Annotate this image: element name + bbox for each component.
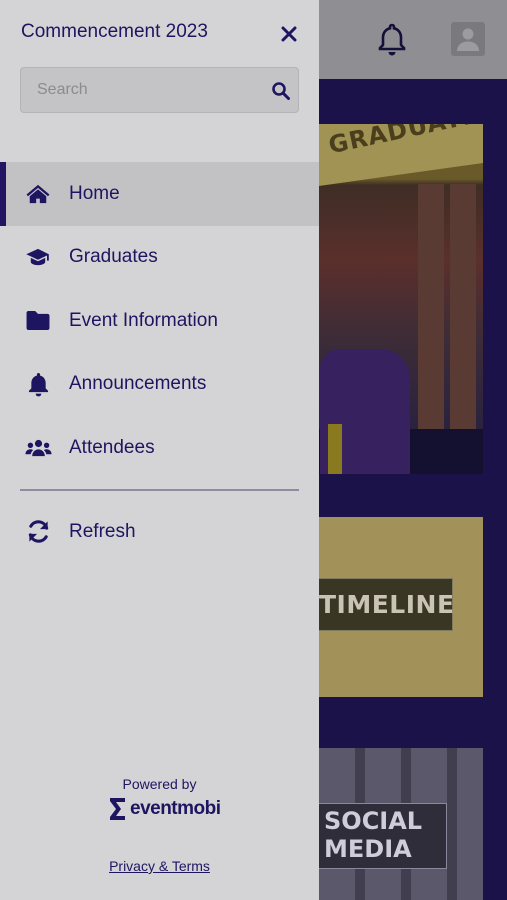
nav-item-label: Announcements: [69, 373, 207, 395]
refresh-button[interactable]: Refresh: [0, 500, 319, 563]
brand-name: eventmobi: [130, 798, 221, 819]
notifications-bell-icon[interactable]: [376, 22, 408, 58]
nav-item-graduates[interactable]: Graduates: [0, 226, 319, 290]
photo-graduate-sash: [328, 424, 342, 474]
close-icon: [281, 26, 297, 42]
bell-icon: [24, 370, 52, 398]
refresh-label: Refresh: [69, 520, 136, 542]
nav-item-attendees[interactable]: Attendees: [0, 416, 319, 480]
timeline-label: TIMELINE: [319, 590, 455, 619]
nav-item-announcements[interactable]: Announcements: [0, 353, 319, 417]
photo-palm-trunk: [450, 184, 476, 429]
social-media-label-line2: MEDIA: [324, 835, 412, 863]
menu-divider: [20, 489, 299, 491]
drawer-title: Commencement 2023: [21, 21, 208, 42]
nav-item-label: Event Information: [69, 309, 218, 331]
nav-menu: Home Graduates Event Information Announc…: [0, 162, 319, 480]
social-media-label: SOCIAL MEDIA: [324, 807, 422, 863]
nav-item-label: Attendees: [69, 436, 155, 458]
powered-by-text: Powered by: [122, 776, 197, 792]
search-icon[interactable]: [271, 81, 291, 101]
photo-palm-trunk: [418, 184, 444, 429]
eventmobi-logo-icon: [110, 798, 125, 820]
nav-item-event-information[interactable]: Event Information: [0, 289, 319, 353]
search-box: [20, 67, 299, 113]
close-drawer-button[interactable]: [277, 22, 301, 46]
search-input[interactable]: [21, 68, 261, 112]
users-icon: [24, 434, 52, 462]
nav-item-home[interactable]: Home: [0, 162, 319, 226]
nav-item-label: Graduates: [69, 246, 158, 268]
folder-icon: [24, 307, 52, 335]
privacy-terms-link[interactable]: Privacy & Terms: [0, 858, 319, 874]
navigation-drawer: Commencement 2023 Home: [0, 0, 319, 900]
home-icon: [24, 180, 52, 208]
social-media-label-line1: SOCIAL: [324, 807, 423, 835]
graduation-cap-icon: [24, 243, 52, 271]
eventmobi-logo: eventmobi: [108, 796, 221, 822]
nav-item-label: Home: [69, 182, 120, 204]
user-avatar-icon[interactable]: [451, 22, 485, 56]
refresh-icon: [24, 518, 52, 546]
